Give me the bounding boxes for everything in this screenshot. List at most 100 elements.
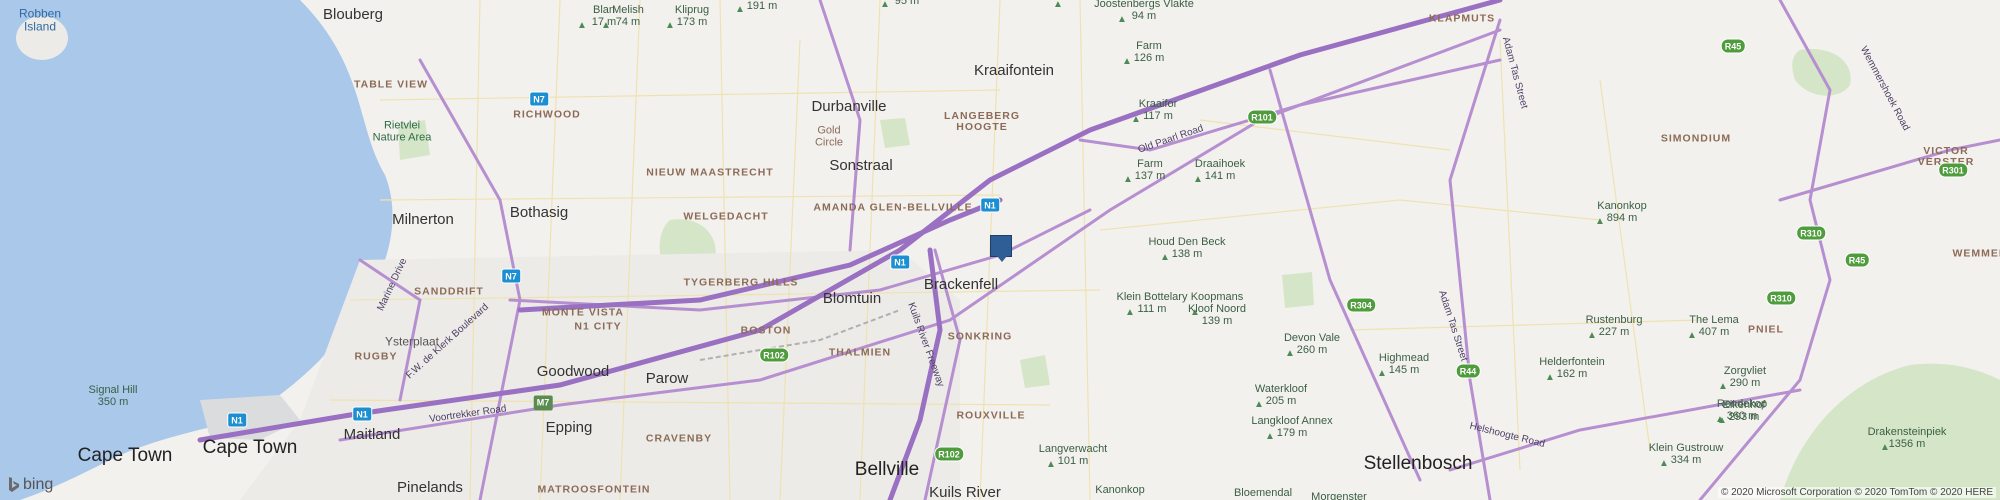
label-sonkring: SONKRING <box>947 330 1013 343</box>
park-klein <box>1282 272 1314 308</box>
label-cravenby: CRAVENBY <box>645 432 713 445</box>
peak-label: Kliprug 173 m <box>674 4 710 29</box>
label-bothasig: Bothasig <box>509 204 569 222</box>
shield-n7-a: N7 <box>529 91 549 107</box>
peak-kanonkop-2: Kanonkop <box>1095 484 1145 496</box>
label-gold-circle: Gold Circle <box>814 124 844 148</box>
shield-r310-a: R310 <box>1796 225 1826 241</box>
peak-label: Waterkloof 205 m <box>1254 383 1308 408</box>
park-durbanville <box>880 118 910 148</box>
label-blomtuin: Blomtuin <box>822 290 882 308</box>
label-boston: BOSTON <box>740 324 792 337</box>
peak-marker-icon: ▲ <box>577 20 587 31</box>
peak-label: Rustenburg 227 m <box>1585 314 1643 339</box>
shield-n1-c: N1 <box>352 406 372 422</box>
label-monte-vista: MONTE VISTA <box>542 306 624 319</box>
peak-marker-icon: ▲ <box>1122 56 1132 67</box>
peak-label: Houd Den Beck 138 m <box>1148 236 1226 261</box>
label-robben-island: Robben Island <box>18 6 62 33</box>
label-pniel: PNIEL <box>1748 323 1784 336</box>
label-blouberg: Blouberg <box>322 6 384 24</box>
peak-label: Eikenhof 293 m <box>1722 399 1766 424</box>
peak-label: Groot Phesantekraal 95 m <box>894 0 920 8</box>
peak-label: Kraaifor 117 m <box>1138 98 1178 123</box>
label-bellville: Bellville <box>854 459 920 481</box>
shield-r304: R304 <box>1346 297 1376 313</box>
label-tygerberg-hills: TYGERBERG HILLS <box>683 276 799 289</box>
peak-label: Farm 137 m <box>1134 158 1166 183</box>
label-cape-town-2: Cape Town <box>202 437 298 459</box>
map-canvas[interactable]: Robben Island Blouberg TABLE VIEW Rietvl… <box>0 0 2000 500</box>
label-stellenbosch: Stellenbosch <box>1363 453 1473 475</box>
peak-label: Joostenbergs Vlakte 94 m <box>1094 0 1194 23</box>
label-rouxville: ROUXVILLE <box>956 409 1026 422</box>
label-kuils-river: Kuils River <box>929 484 1001 500</box>
label-wemmershoek: WEMMER <box>1952 247 2000 260</box>
label-table-view: TABLE VIEW <box>354 78 428 91</box>
peak-label: Drakensteinpiek 1356 m <box>1867 426 1947 451</box>
label-parow: Parow <box>645 370 689 388</box>
shield-m7: M7 <box>533 395 553 411</box>
bing-b-icon <box>9 477 19 492</box>
peak-label: Melish 74 m <box>612 4 644 29</box>
label-rugby: RUGBY <box>354 350 398 363</box>
label-milnerton: Milnerton <box>392 211 454 229</box>
shield-n1-a: N1 <box>980 197 1000 213</box>
peak-label: Zorgvliet 290 m <box>1723 365 1767 390</box>
label-richwood: RICHWOOD <box>513 108 581 121</box>
peak-marker-icon: ▲ <box>1123 174 1133 185</box>
peak-label: Klein Gustrouw 334 m <box>1648 442 1724 467</box>
peak-bloemendal: Bloemendal <box>1233 487 1293 499</box>
shield-n1-b: N1 <box>890 254 910 270</box>
shield-r301: R301 <box>1938 162 1968 178</box>
label-rietvlei: Rietvlei Nature Area <box>372 119 432 143</box>
peak-label: Koopmans Kloof Noord 139 m <box>1187 291 1247 328</box>
peak-label: Klein Bottelary 111 m <box>1116 291 1188 316</box>
shield-r102-a: R102 <box>759 347 789 363</box>
peak-label: Langkloof Annex 179 m <box>1251 415 1333 440</box>
shield-n7-b: N7 <box>501 268 521 284</box>
label-signal-hill: Signal Hill 350 m <box>88 384 138 409</box>
label-epping: Epping <box>545 419 593 437</box>
park-kuils <box>1020 355 1050 388</box>
label-sonstraal: Sonstraal <box>829 157 893 175</box>
label-simondium: SIMONDIUM <box>1660 132 1732 145</box>
peak-label: Meerendal 191 m <box>746 0 778 13</box>
label-kraaifontein: Kraaifontein <box>973 62 1055 80</box>
label-nieuw-maastrecht: NIEUW MAASTRECHT <box>646 166 774 179</box>
label-welgedacht: WELGEDACHT <box>683 210 769 223</box>
label-pinelands: Pinelands <box>397 479 463 497</box>
label-durbanville: Durbanville <box>811 98 887 116</box>
shield-r44: R44 <box>1455 363 1481 379</box>
label-amanda-glen: AMANDA GLEN-BELLVILLE <box>813 201 973 214</box>
label-brackenfell: Brackenfell <box>923 276 999 294</box>
label-ysterplaat: Ysterplaat <box>384 334 440 349</box>
label-sanddrift: SANDDRIFT <box>414 285 484 298</box>
label-cape-town-1: Cape Town <box>77 445 173 467</box>
peak-label: Draaihoek 141 m <box>1194 158 1246 183</box>
map-copyright: © 2020 Microsoft Corporation © 2020 TomT… <box>1717 487 1996 498</box>
peak-label: Kanonkop 894 m <box>1597 200 1647 225</box>
bing-logo-text: bing <box>23 476 54 493</box>
label-klapmuts: KLAPMUTS <box>1428 12 1496 25</box>
location-pin-icon[interactable] <box>990 235 1012 262</box>
peak-marker-icon: ▲ <box>601 20 611 31</box>
label-langeberg-hoogte: LANGEBERG HOOGTE <box>943 109 1021 133</box>
peak-label: Devon Vale 260 m <box>1283 332 1341 357</box>
peak-label: Highmead 145 m <box>1378 352 1430 377</box>
shield-r101: R101 <box>1247 109 1277 125</box>
shield-r45-a: R45 <box>1720 38 1746 54</box>
peak-label: The Lema 407 m <box>1689 314 1739 339</box>
shield-r310-b: R310 <box>1766 290 1796 306</box>
peak-label: Langverwacht 101 m <box>1038 443 1108 468</box>
shield-r102-b: R102 <box>934 446 964 462</box>
peak-marker-icon: ▲ <box>1053 0 1063 10</box>
label-maitland: Maitland <box>343 426 401 444</box>
peak-marker-icon: ▲ <box>665 20 675 31</box>
peak-label: Helderfontein 162 m <box>1539 356 1605 381</box>
label-goodwood: Goodwood <box>536 363 610 381</box>
shield-n1-d: N1 <box>227 412 247 428</box>
label-matroosfontein: MATROOSFONTEIN <box>537 483 651 496</box>
shield-r45-b: R45 <box>1844 252 1870 268</box>
label-n1-city: N1 CITY <box>574 320 622 333</box>
